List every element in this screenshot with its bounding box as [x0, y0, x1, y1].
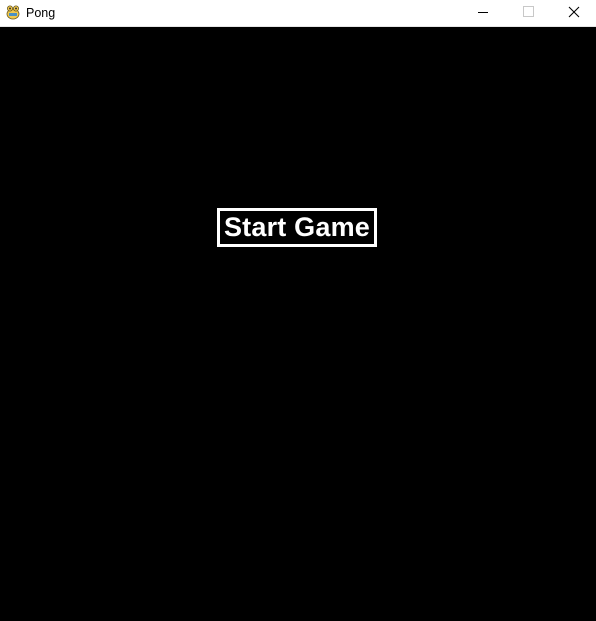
pygame-icon [5, 4, 21, 20]
title-bar[interactable]: Pong [0, 0, 596, 27]
minimize-button[interactable] [460, 0, 506, 27]
start-game-button[interactable]: Start Game [217, 208, 377, 247]
maximize-icon [523, 6, 534, 17]
minimize-icon [478, 12, 488, 13]
game-canvas: Start Game [0, 27, 596, 621]
close-button[interactable] [551, 0, 596, 27]
pong-window: Pong Start Game [0, 0, 596, 621]
maximize-button[interactable] [506, 0, 552, 27]
close-icon [568, 6, 580, 18]
window-title: Pong [26, 6, 56, 20]
